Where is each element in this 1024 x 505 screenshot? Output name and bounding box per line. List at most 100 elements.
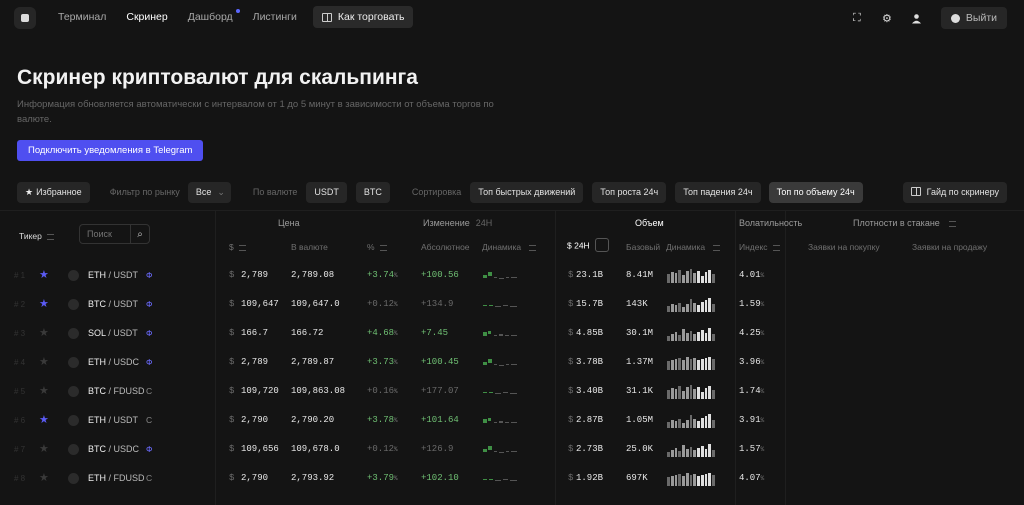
col-volatility-index[interactable]: Индекс bbox=[739, 242, 780, 252]
nav-item-listings[interactable]: Листинги bbox=[243, 6, 307, 28]
sort-icon bbox=[46, 234, 54, 240]
col-volume-dynamics[interactable]: Динамика bbox=[666, 242, 721, 252]
table-row[interactable]: # 4 ★ ETH / USDC Ф $ 2,789 2,789.87 +3.7… bbox=[0, 348, 1024, 377]
ticker-pair[interactable]: BTC / USDC bbox=[88, 435, 139, 464]
favorite-star-icon[interactable]: ★ bbox=[39, 261, 49, 290]
table-row[interactable]: # 1 ★ ETH / USDT Ф $ 2,789 2,789.08 +3.7… bbox=[0, 261, 1024, 290]
ticker-pair[interactable]: BTC / FDUSD bbox=[88, 377, 145, 406]
volume-bar bbox=[674, 475, 678, 486]
favorite-star-icon[interactable]: ★ bbox=[39, 406, 49, 435]
volume-bar bbox=[667, 336, 670, 341]
price-usd-sign: $ bbox=[229, 299, 235, 309]
sort-icon[interactable] bbox=[948, 221, 956, 227]
ticker-pair[interactable]: SOL / USDT bbox=[88, 319, 138, 348]
app-logo[interactable] bbox=[14, 7, 36, 29]
col-bids[interactable]: Заявки на покупку bbox=[808, 242, 880, 252]
volatility-index: 4.07% bbox=[739, 464, 764, 493]
sparkline-segment bbox=[483, 362, 487, 365]
screener-guide-button[interactable]: Гайд по скринеру bbox=[902, 181, 1007, 203]
table-row[interactable]: # 6 ★ ETH / USDT С $ 2,790 2,790.20 +3.7… bbox=[0, 406, 1024, 435]
volume-bar bbox=[667, 390, 670, 399]
nav-item-terminal[interactable]: Терминал bbox=[48, 6, 116, 28]
ticker-quote: USDT bbox=[113, 328, 138, 338]
ticker-quote: FDUSD bbox=[113, 386, 145, 396]
volume-bar bbox=[708, 270, 712, 283]
sort-top-gainers-button[interactable]: Топ роста 24ч bbox=[592, 181, 667, 203]
ticker-pair[interactable]: ETH / USDT bbox=[88, 406, 138, 435]
col-volume-24h[interactable]: $ 24Н bbox=[567, 238, 609, 253]
currency-btc-button[interactable]: BTC bbox=[355, 181, 390, 203]
fullscreen-icon[interactable]: ⛶ bbox=[851, 12, 863, 24]
table-row[interactable]: # 7 ★ BTC / USDC Ф $ 109,656 109,678.0 +… bbox=[0, 435, 1024, 464]
chevron-down-icon: ⌄ bbox=[217, 186, 225, 197]
table-row[interactable]: # 8 ★ ETH / FDUSD С $ 2,790 2,793.92 +3.… bbox=[0, 464, 1024, 493]
col-change-abs[interactable]: Абсолютное bbox=[421, 242, 470, 252]
change-abs: +177.07 bbox=[421, 386, 459, 396]
ticker-pair[interactable]: ETH / USDT bbox=[88, 261, 138, 290]
favorite-star-icon[interactable]: ★ bbox=[39, 348, 49, 377]
favorite-star-icon[interactable]: ★ bbox=[39, 435, 49, 464]
ticker-pair[interactable]: BTC / USDT bbox=[88, 290, 138, 319]
how-to-trade-button[interactable]: Как торговать bbox=[312, 6, 414, 28]
favorite-star-icon[interactable]: ★ bbox=[39, 377, 49, 406]
table-row[interactable]: # 2 ★ BTC / USDT Ф $ 109,647 109,647.0 +… bbox=[0, 290, 1024, 319]
change-abs: +100.56 bbox=[421, 270, 459, 280]
currency-usdt-button[interactable]: USDT bbox=[306, 181, 347, 203]
group-header-price: Цена bbox=[278, 218, 300, 228]
col-price-currency[interactable]: В валюте bbox=[291, 242, 328, 252]
volume-bar bbox=[689, 359, 693, 370]
ticker-header[interactable]: Тикер bbox=[19, 231, 54, 241]
col-price-usd[interactable]: $ bbox=[229, 242, 246, 252]
volume-bar bbox=[697, 332, 700, 341]
sort-top-losers-button[interactable]: Топ падения 24ч bbox=[675, 181, 761, 203]
gear-icon[interactable]: ⚙ bbox=[881, 12, 893, 25]
volume-bar bbox=[693, 334, 697, 341]
percent-sign: % bbox=[394, 417, 398, 424]
volatility-index: 4.25% bbox=[739, 319, 764, 348]
volume-usd-sign: $ bbox=[568, 357, 574, 367]
favorite-star-icon[interactable]: ★ bbox=[39, 464, 49, 493]
volume-bar bbox=[667, 477, 670, 486]
coin-icon bbox=[68, 464, 79, 493]
favorite-star-icon[interactable]: ★ bbox=[39, 290, 49, 319]
ticker-pair[interactable]: ETH / USDC bbox=[88, 348, 139, 377]
book-icon bbox=[321, 12, 332, 22]
col-asks[interactable]: Заявки на продажу bbox=[912, 242, 987, 252]
volume-bar bbox=[708, 386, 712, 399]
table-row[interactable]: # 5 ★ BTC / FDUSD С $ 109,720 109,863.08… bbox=[0, 377, 1024, 406]
nav-item-dashboard[interactable]: Дашборд bbox=[178, 6, 243, 28]
logout-button[interactable]: Выйти bbox=[940, 7, 1007, 29]
telegram-notify-button[interactable]: Подключить уведомления в Telegram bbox=[17, 140, 204, 161]
favorites-button[interactable]: ★ Избранное bbox=[17, 181, 90, 203]
col-label: Динамика bbox=[482, 242, 522, 252]
sparkline-segment bbox=[483, 392, 487, 393]
sort-fast-moves-button[interactable]: Топ быстрых движений bbox=[470, 181, 584, 203]
sparkline-segment bbox=[505, 335, 509, 336]
col-change-pct[interactable]: % bbox=[367, 242, 387, 252]
volume-bar bbox=[674, 273, 678, 283]
volume-bar bbox=[693, 273, 697, 283]
nav-item-screener[interactable]: Скринер bbox=[116, 6, 177, 28]
volume-bar bbox=[678, 303, 682, 312]
change-period: 24Н bbox=[475, 218, 493, 228]
row-rank: # 3 bbox=[14, 329, 26, 338]
market-select[interactable]: Все ⌄ bbox=[187, 181, 231, 203]
search-icon[interactable]: ⌕ bbox=[130, 225, 149, 243]
volume-bar bbox=[682, 423, 685, 428]
change-pct: +0.12% bbox=[367, 290, 398, 319]
col-volume-base[interactable]: Базовый bbox=[626, 242, 660, 252]
ticker-pair[interactable]: ETH / FDUSD bbox=[88, 464, 145, 493]
table-row[interactable]: # 3 ★ SOL / USDT Ф $ 166.7 166.72 +4.68%… bbox=[0, 319, 1024, 348]
row-rank: # 8 bbox=[14, 474, 26, 483]
favorite-star-icon[interactable]: ★ bbox=[39, 319, 49, 348]
col-change-dynamics[interactable]: Динамика bbox=[482, 242, 537, 252]
volume-bar bbox=[704, 333, 708, 341]
sort-active-icon bbox=[594, 238, 609, 252]
coin-icon bbox=[68, 348, 79, 377]
volume-bar bbox=[678, 386, 682, 399]
user-icon[interactable] bbox=[911, 12, 923, 24]
volume-bar bbox=[697, 448, 700, 457]
search-input[interactable] bbox=[80, 229, 130, 239]
sort-top-volume-button[interactable]: Топ по объему 24ч bbox=[768, 181, 863, 203]
change-pct: +3.73% bbox=[367, 348, 398, 377]
